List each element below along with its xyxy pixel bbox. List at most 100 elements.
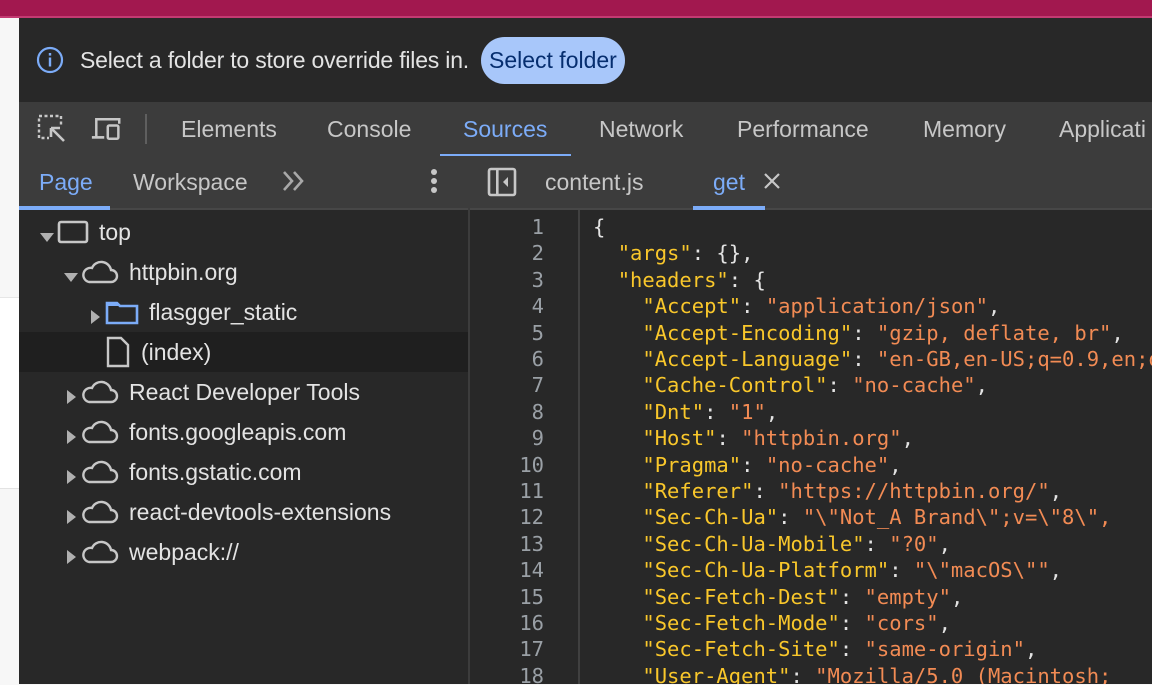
tab-page[interactable]: Page <box>19 156 110 210</box>
code-line: 10 "Pragma": "no-cache", <box>470 452 1152 478</box>
tab-console[interactable]: Console <box>327 102 411 156</box>
tab-workspace[interactable]: Workspace <box>133 156 248 208</box>
infobar-message: Select a folder to store override files … <box>80 46 469 73</box>
caret-down-icon[interactable] <box>39 224 55 242</box>
line-source: "Accept-Encoding": "gzip, deflate, br", <box>642 320 1124 345</box>
json-key: "Sec-Ch-Ua-Mobile" <box>642 531 865 556</box>
file-tree: top httpbin.org flasgger_static (index) Reac… <box>19 212 468 572</box>
tree-item[interactable]: webpack:// <box>19 532 468 572</box>
json-value: "application/json" <box>765 294 988 319</box>
code-line: 1{ <box>470 214 1152 240</box>
device-toolbar-icon[interactable] <box>91 114 121 144</box>
inspect-element-icon[interactable] <box>37 114 67 144</box>
json-value: "\"Not_A Brand\";v=\"8\", <box>802 505 1124 530</box>
code-line: 8 "Dnt": "1", <box>470 399 1152 425</box>
caret-down-icon[interactable] <box>63 264 79 282</box>
page-footer-band <box>0 488 19 685</box>
line-number[interactable]: 5 <box>470 320 544 346</box>
json-key: "Sec-Ch-Ua-Platform" <box>642 558 890 583</box>
line-number[interactable]: 17 <box>470 636 544 662</box>
line-number[interactable]: 9 <box>470 425 544 451</box>
code-line: 15 "Sec-Fetch-Dest": "empty", <box>470 584 1152 610</box>
toggle-navigator-icon[interactable] <box>487 167 517 197</box>
tree-item-label: fonts.googleapis.com <box>129 418 347 445</box>
tab-elements[interactable]: Elements <box>181 102 277 156</box>
tree-item-label: httpbin.org <box>129 258 238 285</box>
tab-sources[interactable]: Sources <box>439 102 572 158</box>
line-number[interactable]: 15 <box>470 584 544 610</box>
code-area[interactable]: 1{2 "args": {}, 3 "headers": {4 "Accept":… <box>470 210 1152 684</box>
json-value: "Mozilla/5.0 (Macintosh; <box>815 663 1124 684</box>
kebab-menu-icon[interactable] <box>424 166 444 198</box>
tree-item[interactable]: (index) <box>19 332 468 372</box>
cloud-icon <box>81 379 119 405</box>
page-header-band <box>0 18 19 298</box>
tab-network[interactable]: Network <box>599 102 683 156</box>
tab-application[interactable]: Applicati <box>1059 102 1146 156</box>
tree-item[interactable]: top <box>19 212 468 252</box>
tab-performance[interactable]: Performance <box>737 102 869 156</box>
line-number[interactable]: 6 <box>470 346 544 372</box>
line-number[interactable]: 2 <box>470 240 544 266</box>
caret-right-icon[interactable] <box>87 304 103 324</box>
json-key: "User-Agent" <box>642 663 791 684</box>
select-folder-button[interactable]: Select folder <box>480 36 625 84</box>
json-value: "https://httpbin.org/" <box>778 479 1050 503</box>
tree-item[interactable]: react-devtools-extensions <box>19 492 468 532</box>
line-number[interactable]: 13 <box>470 531 544 557</box>
line-number[interactable]: 16 <box>470 610 544 636</box>
tree-item[interactable]: React Developer Tools <box>19 372 468 412</box>
code-line: 6 "Accept-Language": "en-GB,en-US;q=0.9,… <box>470 346 1152 372</box>
line-number[interactable]: 18 <box>470 663 544 684</box>
cloud-icon <box>81 499 119 525</box>
line-number[interactable]: 10 <box>470 452 544 478</box>
json-value: "1" <box>728 399 766 424</box>
file-tab-get[interactable]: get <box>693 156 765 210</box>
line-number[interactable]: 4 <box>470 293 544 319</box>
line-number[interactable]: 11 <box>470 478 544 504</box>
caret-right-icon[interactable] <box>63 384 79 404</box>
line-number[interactable]: 7 <box>470 372 544 398</box>
json-value: "cors" <box>864 611 939 635</box>
tree-item-label: react-devtools-extensions <box>129 498 392 525</box>
tree-item-label: React Developer Tools <box>129 378 360 405</box>
line-number[interactable]: 14 <box>470 557 544 583</box>
tree-item[interactable]: fonts.googleapis.com <box>19 412 468 452</box>
tree-item[interactable]: flasgger_static <box>19 292 468 332</box>
line-source: "Host": "httpbin.org", <box>642 426 914 451</box>
code-line: 13 "Sec-Ch-Ua-Mobile": "?0", <box>470 531 1152 557</box>
cloud-icon <box>81 419 119 445</box>
line-number[interactable]: 3 <box>470 267 544 293</box>
caret-right-icon[interactable] <box>63 464 79 484</box>
line-source: "Sec-Fetch-Dest": "empty", <box>642 584 964 609</box>
json-key: "Referer" <box>642 479 754 503</box>
tree-item[interactable]: httpbin.org <box>19 252 468 292</box>
line-source: "Sec-Ch-Ua": "\"Not_A Brand\";v=\"8\", <box>642 505 1124 530</box>
cloud-icon <box>81 459 119 485</box>
caret-right-icon[interactable] <box>63 504 79 524</box>
caret-right-icon[interactable] <box>63 424 79 444</box>
code-line: 3 "headers": { <box>470 267 1152 293</box>
line-number[interactable]: 8 <box>470 399 544 425</box>
chevron-double-right-icon[interactable] <box>281 168 307 194</box>
tree-item-label: webpack:// <box>129 538 239 565</box>
line-source: "Sec-Ch-Ua-Mobile": "?0", <box>642 531 951 556</box>
close-tab-icon[interactable] <box>762 171 782 191</box>
line-source: "Referer": "https://httpbin.org/", <box>642 479 1063 503</box>
code-line: 14 "Sec-Ch-Ua-Platform": "\"macOS\"", <box>470 557 1152 583</box>
tab-memory[interactable]: Memory <box>923 102 1006 156</box>
line-source: "Accept": "application/json", <box>642 294 1001 319</box>
line-number[interactable]: 1 <box>470 214 544 240</box>
caret-right-icon[interactable] <box>63 544 79 564</box>
json-key: "args" <box>617 241 692 266</box>
sources-navigator: Page Workspace top httpbin.org flasgger_st… <box>19 156 470 684</box>
json-value: "httpbin.org" <box>741 426 902 451</box>
file-tab-content-js[interactable]: content.js <box>545 156 643 208</box>
code-line: 11 "Referer": "https://httpbin.org/", <box>470 478 1152 504</box>
code-line: 5 "Accept-Encoding": "gzip, deflate, br"… <box>470 320 1152 346</box>
tree-item[interactable]: fonts.gstatic.com <box>19 452 468 492</box>
line-number[interactable]: 12 <box>470 504 544 530</box>
json-value: "empty" <box>864 584 951 609</box>
code-line: 7 "Cache-Control": "no-cache", <box>470 372 1152 398</box>
line-source: "Sec-Fetch-Site": "same-origin", <box>642 637 1038 662</box>
